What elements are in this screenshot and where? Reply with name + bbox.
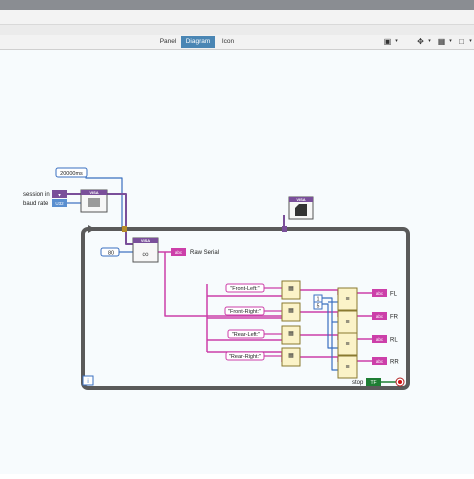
match-pattern-icon: ▦ (288, 308, 294, 314)
index-wire-a (322, 297, 338, 371)
raw-serial-label: Raw Serial (190, 250, 219, 256)
menu-bar (0, 10, 474, 25)
visa-close-label: VISA (296, 197, 305, 202)
view-tab-bar: Panel Diagram Icon ▣ ▾ ✥ ▾ ▦ ▾ □ ▾ (0, 35, 474, 50)
match-pattern-icon: ▦ (288, 353, 294, 359)
string-front-left-text: "Front-Left:" (230, 286, 259, 292)
stop-condition-icon (398, 380, 402, 384)
loop-arrow-icon (88, 225, 95, 233)
baud-rate-icon: U32 (55, 201, 64, 206)
read-glasses-icon: ∞ (142, 249, 148, 259)
match-pattern-node-1[interactable]: ▦ (281, 280, 301, 300)
index-wire-b (322, 303, 338, 349)
tab-icon[interactable]: Icon (215, 36, 241, 48)
stop-tf-text: TF (370, 380, 376, 386)
string-bus-wire (164, 252, 282, 317)
session-wire-out (107, 193, 127, 229)
stop-label: stop (352, 380, 364, 386)
baud-rate-label: baud rate (23, 201, 49, 207)
visa-read-label: VISA (141, 238, 150, 243)
align-icon[interactable]: ▦ (437, 37, 446, 46)
string-subset-node-3[interactable]: ≡ (337, 332, 358, 356)
fl-label: FL (390, 292, 398, 298)
crosshair-dropdown-icon[interactable]: ▾ (425, 37, 434, 46)
crosshair-icon[interactable]: ✥ (416, 37, 425, 46)
fr-indicator-icon: abc (376, 314, 384, 319)
match-out-1 (300, 289, 339, 295)
rl-indicator-icon: abc (376, 337, 384, 342)
rr-indicator-icon: abc (376, 359, 384, 364)
tab-diagram[interactable]: Diagram (181, 36, 215, 48)
raw-serial-icon: abc (175, 250, 183, 255)
session-tunnel-out (282, 226, 287, 232)
string-subset-icon: ≡ (345, 296, 349, 303)
string-subset-icon: ≡ (345, 364, 349, 371)
rl-label: RL (390, 338, 398, 344)
match-pattern-node-3[interactable]: ▦ (281, 325, 301, 345)
string-subset-node-4[interactable]: ≡ (337, 355, 358, 379)
cube-dropdown-icon[interactable]: ▾ (392, 37, 401, 46)
string-subset-icon: ≡ (345, 319, 349, 326)
string-subset-node-2[interactable]: ≡ (337, 310, 358, 334)
tab-panel[interactable]: Panel (155, 36, 181, 48)
serial-port-icon (88, 198, 100, 207)
session-in-label: session in (23, 192, 50, 198)
cube-icon[interactable]: ▣ (383, 37, 392, 46)
visa-read-node[interactable]: VISA ∞ (132, 237, 159, 263)
string-subset-node-1[interactable]: ≡ (337, 287, 358, 311)
block-diagram-canvas[interactable]: i 20000ms session in ▾ baud rate U32 VIS… (0, 50, 474, 474)
session-to-read-wire (125, 229, 133, 245)
timeout-constant-text: 20000ms (60, 171, 83, 177)
match-pattern-node-4[interactable]: ▦ (281, 347, 301, 367)
square-icon[interactable]: □ (457, 37, 466, 46)
visa-configure-label: VISA (89, 190, 98, 195)
match-pattern-node-2[interactable]: ▦ (281, 302, 301, 322)
string-rear-right-text: "Rear-Right:" (229, 354, 261, 360)
timeout-tunnel (122, 226, 127, 232)
visa-configure-node[interactable]: VISA (80, 189, 108, 213)
square-dropdown-icon[interactable]: ▾ (466, 37, 474, 46)
align-dropdown-icon[interactable]: ▾ (446, 37, 455, 46)
visa-close-node[interactable]: VISA (288, 196, 314, 220)
string-subset-icon: ≡ (345, 341, 349, 348)
match-pattern-icon: ▦ (288, 331, 294, 337)
string-front-right-text: "Front-Right:" (228, 309, 261, 315)
index-constant-2-text: 5 (317, 304, 320, 310)
iteration-label: i (87, 379, 88, 385)
title-bar (0, 0, 474, 10)
session-to-close-wire (126, 215, 285, 230)
fr-label: FR (390, 315, 399, 321)
block-diagram-svg: i 20000ms session in ▾ baud rate U32 VIS… (23, 167, 410, 390)
string-rear-left-text: "Rear-Left:" (232, 332, 260, 338)
match-pattern-icon: ▦ (288, 286, 294, 292)
rr-label: RR (390, 360, 399, 366)
fl-indicator-icon: abc (376, 291, 384, 296)
byte-count-text: 80 (108, 250, 114, 256)
